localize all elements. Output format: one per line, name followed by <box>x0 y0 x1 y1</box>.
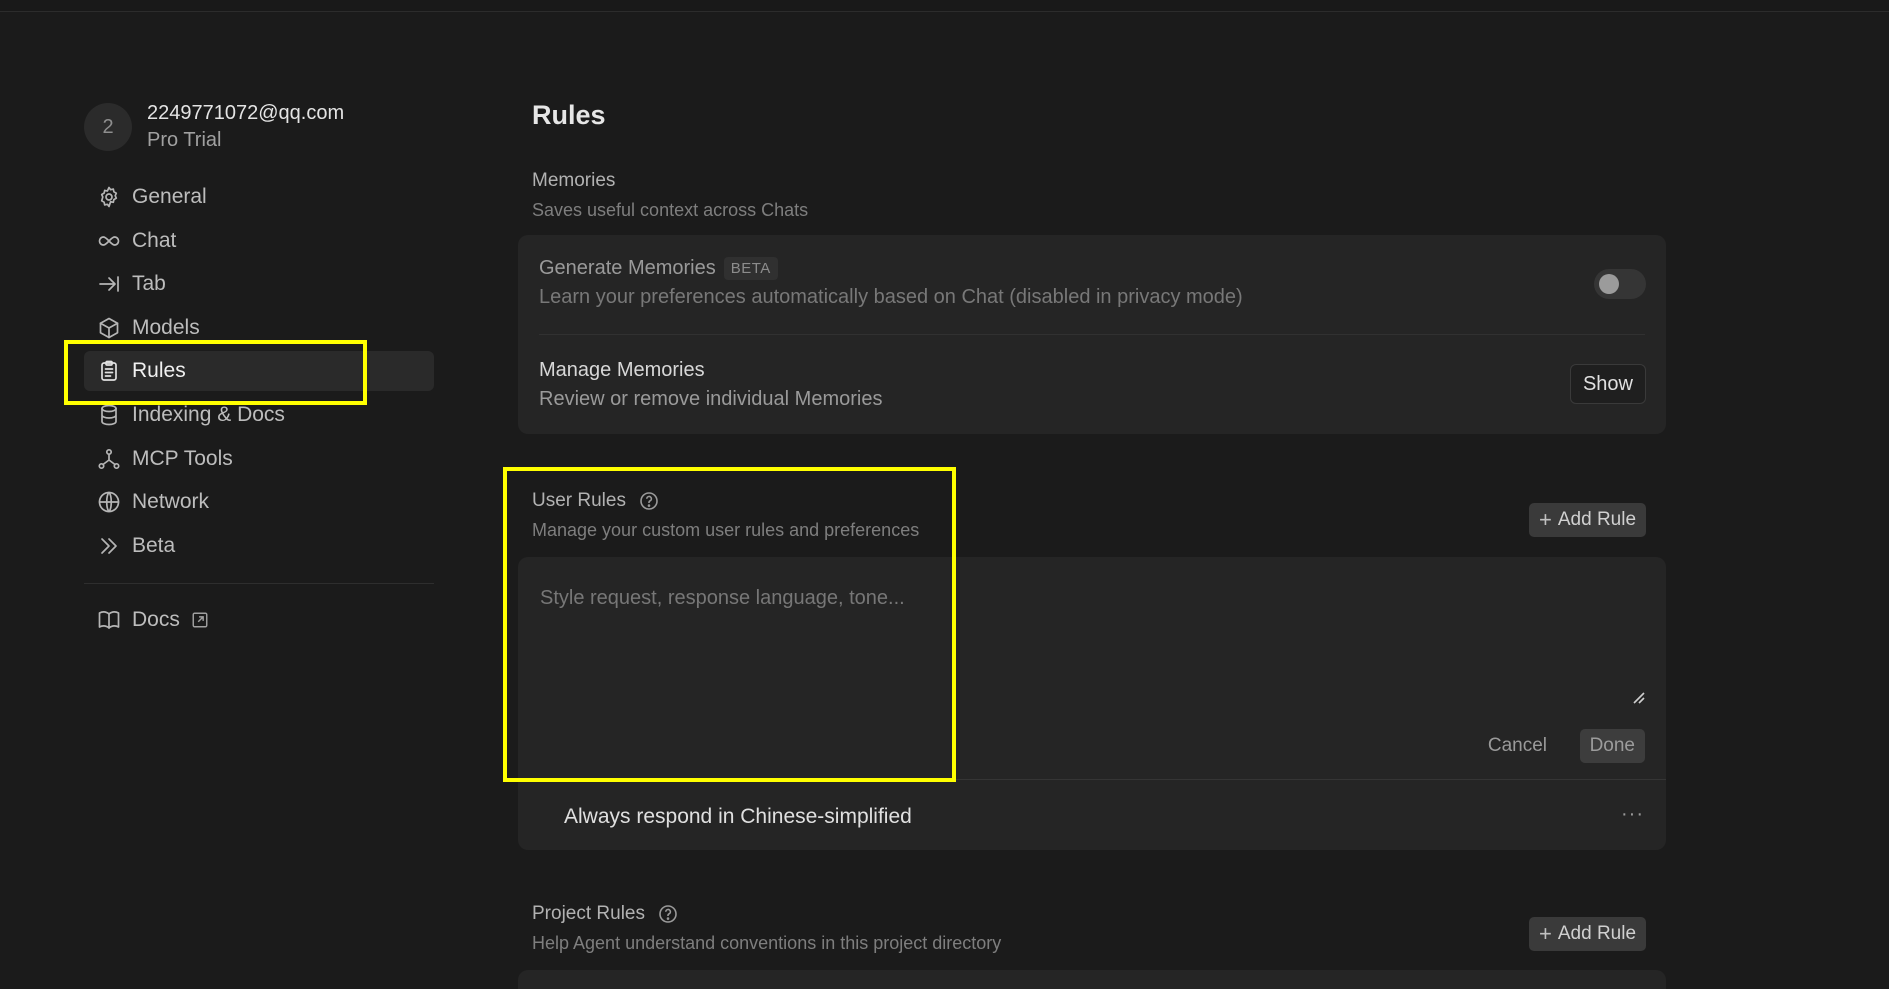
account-plan: Pro Trial <box>147 129 222 151</box>
sidebar-item-chat[interactable]: Chat <box>84 221 434 261</box>
cube-icon <box>96 315 122 341</box>
avatar: 2 <box>84 103 132 151</box>
sidebar-item-label: Models <box>132 315 200 339</box>
sidebar-item-rules[interactable]: Rules <box>84 351 434 392</box>
database-icon <box>96 402 122 428</box>
help-icon[interactable] <box>658 904 678 924</box>
plus-icon: + <box>1539 507 1552 532</box>
memories-subtitle: Saves useful context across Chats <box>532 200 809 220</box>
user-rules-title: User Rules <box>532 490 919 512</box>
book-icon <box>96 607 122 633</box>
manage-memories-title: Manage Memories <box>539 359 705 381</box>
user-rules-section-header: User Rules Manage your custom user rules… <box>532 490 919 541</box>
manage-memories-subtitle: Review or remove individual Memories <box>539 388 883 410</box>
project-rules-card <box>518 970 1666 989</box>
rule-divider <box>518 779 1666 780</box>
memories-card: Generate Memories BETA Learn your prefer… <box>518 235 1666 434</box>
arrow-right-bar-icon <box>96 271 122 297</box>
sidebar-item-docs[interactable]: Docs <box>84 600 434 640</box>
toggle-knob <box>1599 274 1619 294</box>
cancel-button[interactable]: Cancel <box>1488 729 1547 763</box>
sidebar-item-label: Indexing & Docs <box>132 402 285 426</box>
clipboard-icon <box>96 358 122 384</box>
done-button[interactable]: Done <box>1579 729 1645 763</box>
sidebar-divider <box>84 583 434 584</box>
sidebar-nav: General Chat Tab Models Rules Indexing &… <box>84 177 434 569</box>
infinity-icon <box>96 228 122 254</box>
user-rule-item[interactable]: Always respond in Chinese-simplified <box>564 805 912 829</box>
sidebar-item-label: Network <box>132 490 210 514</box>
sidebar-item-mcp-tools[interactable]: MCP Tools <box>84 439 434 479</box>
more-options-icon[interactable]: ··· <box>1621 803 1644 826</box>
sidebar-item-beta[interactable]: Beta <box>84 526 434 566</box>
user-rules-subtitle: Manage your custom user rules and prefer… <box>532 520 920 540</box>
sidebar-item-indexing-docs[interactable]: Indexing & Docs <box>84 395 434 435</box>
sidebar-item-label: General <box>132 185 207 208</box>
show-memories-button[interactable]: Show <box>1569 364 1646 404</box>
sidebar-item-models[interactable]: Models <box>84 308 434 348</box>
account-header: 2 2249771072@qq.com Pro Trial <box>84 100 344 154</box>
manage-memories-row: Manage Memories Review or remove individ… <box>539 359 882 411</box>
resize-grip-icon[interactable] <box>1632 691 1646 705</box>
plus-icon: + <box>1539 921 1552 946</box>
memories-section-header: Memories Saves useful context across Cha… <box>532 170 808 221</box>
add-user-rule-button[interactable]: + Add Rule <box>1529 503 1647 537</box>
generate-memories-subtitle: Learn your preferences automatically bas… <box>539 286 1243 308</box>
page-title: Rules <box>532 100 606 130</box>
sidebar-item-label: Rules <box>132 359 186 383</box>
project-rules-title: Project Rules <box>532 903 1001 925</box>
double-chevron-icon <box>96 533 122 559</box>
sidebar-item-network[interactable]: Network <box>84 482 434 522</box>
gear-icon <box>96 184 122 210</box>
globe-icon <box>96 489 122 515</box>
window-top-bar <box>0 0 1889 12</box>
help-icon[interactable] <box>639 491 659 511</box>
card-divider <box>539 334 1645 335</box>
sidebar-item-label: MCP Tools <box>132 446 233 470</box>
add-project-rule-button[interactable]: + Add Rule <box>1529 917 1647 951</box>
generate-memories-row: Generate Memories BETA Learn your prefer… <box>539 257 1243 309</box>
user-rules-card: Cancel Done Always respond in Chinese-si… <box>518 557 1666 850</box>
project-rules-subtitle: Help Agent understand conventions in thi… <box>532 933 1002 953</box>
beta-badge: BETA <box>723 257 778 280</box>
sidebar-item-general[interactable]: General <box>84 177 434 217</box>
nodes-icon <box>96 446 122 472</box>
external-link-icon <box>190 610 210 630</box>
sidebar-item-label: Docs <box>132 608 180 631</box>
account-email: 2249771072@qq.com <box>147 102 345 124</box>
sidebar-item-label: Chat <box>132 228 177 252</box>
sidebar-item-label: Beta <box>132 533 176 557</box>
user-rule-textarea[interactable] <box>540 587 1646 707</box>
sidebar-item-label: Tab <box>132 272 166 296</box>
project-rules-section-header: Project Rules Help Agent understand conv… <box>532 903 1001 954</box>
memories-title: Memories <box>532 170 616 191</box>
generate-memories-title: Generate Memories BETA <box>539 257 1243 280</box>
generate-memories-toggle[interactable] <box>1594 269 1646 299</box>
sidebar-item-tab[interactable]: Tab <box>84 264 434 304</box>
